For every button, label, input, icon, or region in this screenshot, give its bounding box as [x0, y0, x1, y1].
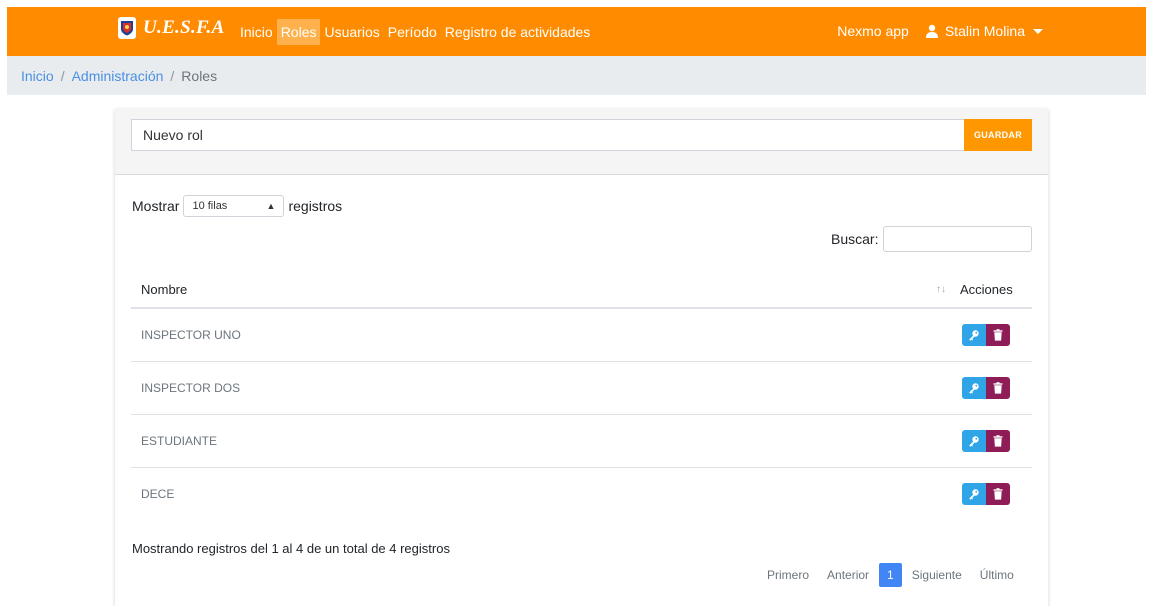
show-label: Mostrar	[132, 198, 180, 214]
top-navbar: U.E.S.F.A Inicio Roles Usuarios Período …	[7, 7, 1146, 56]
row-actions	[962, 323, 1032, 346]
trash-icon	[993, 328, 1003, 341]
breadcrumb-separator: /	[60, 67, 65, 84]
breadcrumb-administracion[interactable]: Administración	[72, 68, 164, 84]
permissions-button[interactable]	[962, 482, 986, 505]
trash-icon	[993, 434, 1003, 447]
pagination-last[interactable]: Último	[971, 563, 1023, 587]
key-icon	[969, 435, 979, 447]
role-name-input[interactable]: Nuevo rol	[131, 119, 964, 151]
table-row: ESTUDIANTE	[131, 414, 1032, 468]
delete-button[interactable]	[986, 323, 1010, 346]
save-button[interactable]: GUARDAR	[964, 119, 1032, 151]
nexmo-app-link[interactable]: Nexmo app	[837, 23, 909, 39]
column-header-nombre[interactable]: Nombre	[131, 271, 926, 309]
role-name-cell: DECE	[141, 486, 175, 501]
permissions-button[interactable]	[962, 376, 986, 399]
row-actions	[962, 429, 1032, 452]
table-header-row: Nombre ↑↓ Acciones	[131, 271, 1032, 309]
nav-link-inicio[interactable]: Inicio	[236, 19, 277, 45]
school-crest-icon	[118, 17, 136, 39]
roles-card: Nuevo rol GUARDAR Mostrar 10 filas ▲︎ re…	[115, 109, 1048, 606]
user-icon	[925, 24, 938, 38]
nav-right: Nexmo app Stalin Molina	[837, 23, 1043, 39]
rows-per-page-select[interactable]: 10 filas ▲︎	[183, 195, 285, 217]
delete-button[interactable]	[986, 482, 1010, 505]
pagination-first[interactable]: Primero	[758, 563, 818, 587]
trash-icon	[993, 381, 1003, 394]
role-name-cell: INSPECTOR DOS	[131, 361, 956, 415]
search-label: Buscar:	[831, 231, 879, 247]
search-control: Buscar:	[831, 226, 1033, 252]
permissions-button[interactable]	[962, 429, 986, 452]
actions-cell	[956, 361, 1032, 415]
nav-link-periodo[interactable]: Período	[384, 19, 441, 45]
breadcrumb-inicio[interactable]: Inicio	[21, 68, 54, 84]
table-row: INSPECTOR DOS	[131, 361, 1032, 415]
brand-name: U.E.S.F.A	[143, 17, 225, 38]
user-menu[interactable]: Stalin Molina	[925, 23, 1043, 39]
pagination-prev[interactable]: Anterior	[818, 563, 878, 587]
search-input[interactable]	[883, 226, 1033, 252]
pagination: Primero Anterior 1 Siguiente Último	[758, 563, 1023, 587]
actions-cell	[956, 414, 1032, 468]
role-name-cell: INSPECTOR UNO	[131, 308, 956, 362]
breadcrumb-separator: /	[170, 67, 175, 84]
records-label: registros	[288, 198, 343, 214]
table-info: Mostrando registros del 1 al 4 de un tot…	[132, 541, 450, 556]
nav-links: Inicio Roles Usuarios Período Registro d…	[236, 19, 594, 45]
breadcrumb: Inicio / Administración / Roles	[7, 56, 1146, 95]
actions-cell	[956, 467, 1032, 520]
rows-per-page-value: 10 filas	[192, 200, 228, 212]
row-actions	[962, 376, 1032, 399]
brand[interactable]: U.E.S.F.A	[118, 17, 225, 39]
table-row: INSPECTOR UNO	[131, 308, 1032, 362]
table-row: DECE	[131, 467, 1032, 520]
select-arrows-icon: ▲︎	[266, 201, 276, 211]
page-length-control: Mostrar 10 filas ▲︎ registros	[132, 195, 342, 217]
pagination-page-current[interactable]: 1	[879, 563, 902, 587]
nav-link-registro-actividades[interactable]: Registro de actividades	[441, 19, 595, 45]
roles-table: Nombre ↑↓ Acciones INSPECTOR UNO INSPECTO…	[131, 271, 1032, 520]
key-icon	[969, 489, 979, 500]
trash-icon	[993, 487, 1003, 500]
column-header-acciones: Acciones	[956, 271, 1032, 309]
nav-link-usuarios[interactable]: Usuarios	[320, 19, 383, 45]
card-header: Nuevo rol GUARDAR	[115, 109, 1048, 175]
role-name-cell: ESTUDIANTE	[131, 414, 956, 468]
delete-button[interactable]	[986, 376, 1010, 399]
row-actions	[962, 482, 1032, 505]
delete-button[interactable]	[986, 429, 1010, 452]
caret-down-icon	[1033, 28, 1043, 34]
user-name: Stalin Molina	[944, 23, 1025, 39]
nav-link-roles[interactable]: Roles	[276, 19, 321, 45]
sort-icon[interactable]: ↑↓	[926, 271, 956, 309]
key-icon	[969, 382, 979, 394]
key-icon	[969, 330, 979, 341]
pagination-next[interactable]: Siguiente	[903, 563, 971, 587]
permissions-button[interactable]	[962, 323, 986, 346]
actions-cell	[956, 308, 1032, 362]
breadcrumb-current: Roles	[181, 67, 218, 84]
